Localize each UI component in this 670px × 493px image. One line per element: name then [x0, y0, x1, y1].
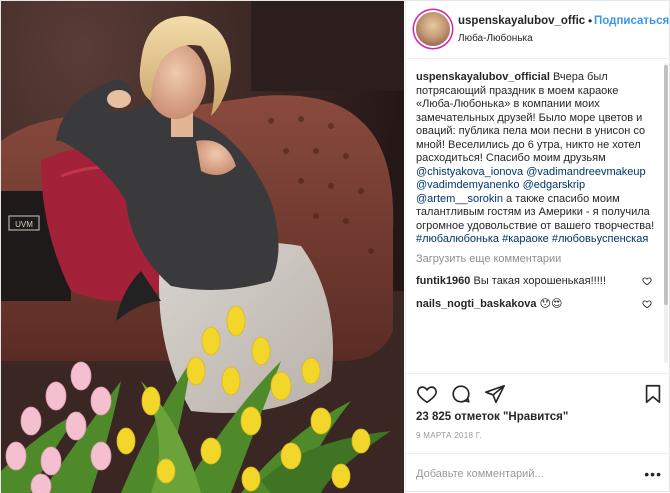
hashtag-link[interactable]: #любовьуспенская	[552, 233, 648, 245]
comment-icon[interactable]	[450, 383, 472, 405]
mention-link[interactable]: @artem__sorokin	[416, 193, 503, 205]
comment-item: nails_nogti_baskakova 😯😍	[416, 298, 656, 312]
post-date: 9 МАРТА 2018 Г.	[416, 431, 482, 440]
mention-link[interactable]: @vadimdemyanenko	[416, 179, 520, 191]
follow-button[interactable]: Подписаться	[594, 15, 669, 27]
scrollbar-thumb[interactable]	[664, 65, 668, 305]
profile-avatar[interactable]	[416, 12, 450, 46]
comment-text: Вы такая хорошенькая!!!!!	[470, 275, 606, 287]
mention-link[interactable]: @vadimandreevmakeup	[526, 166, 645, 178]
comment-input[interactable]	[416, 464, 636, 484]
comment-item: funtik1960 Вы такая хорошенькая!!!!!	[416, 275, 656, 289]
mention-link[interactable]: @chistyakova_ionova	[416, 166, 523, 178]
post-header: uspenskayalubov_offic • Подписаться Люба…	[406, 1, 670, 59]
comment-text: 😯😍	[536, 297, 563, 310]
load-more-comments-button[interactable]: Загрузить еще комментарии	[416, 253, 656, 267]
comment-username[interactable]: nails_nogti_baskakova	[416, 298, 536, 310]
comments-list[interactable]: uspenskayalubov_official Вчера был потря…	[416, 71, 656, 371]
photo-illustration: UVM	[1, 1, 404, 493]
heart-icon[interactable]	[416, 383, 438, 405]
hashtag-link[interactable]: #караоке	[502, 233, 549, 245]
caption-username[interactable]: uspenskayalubov_official	[416, 71, 550, 83]
post-side-panel: uspenskayalubov_offic • Подписаться Люба…	[405, 1, 670, 493]
add-comment-bar: •••	[406, 453, 670, 493]
caption-text-1: Вчера был потрясающий праздник в моем ка…	[416, 71, 646, 164]
like-comment-heart-icon[interactable]	[642, 299, 652, 309]
comments-scrollbar[interactable]	[664, 63, 668, 363]
comment-username[interactable]: funtik1960	[416, 275, 470, 287]
share-icon[interactable]	[484, 383, 506, 405]
bag-label: UVM	[15, 220, 33, 229]
hashtag-link[interactable]: #любалюбонька	[416, 233, 499, 245]
header-username[interactable]: uspenskayalubov_offic	[458, 15, 585, 27]
separator-dot: •	[588, 14, 593, 28]
post-actions	[406, 373, 670, 407]
bookmark-icon[interactable]	[642, 383, 664, 405]
location-link[interactable]: Люба-Любонька	[458, 33, 533, 44]
instagram-post: UVM uspenskayalubov_offic • Подписаться …	[0, 0, 670, 493]
post-photo[interactable]: UVM	[1, 1, 404, 493]
mention-link[interactable]: @edgarskrip	[523, 179, 586, 191]
like-comment-heart-icon[interactable]	[642, 276, 652, 286]
likes-count[interactable]: 23 825 отметок "Нравится"	[416, 411, 568, 423]
more-options-icon[interactable]: •••	[644, 466, 662, 482]
post-caption: uspenskayalubov_official Вчера был потря…	[416, 71, 656, 247]
